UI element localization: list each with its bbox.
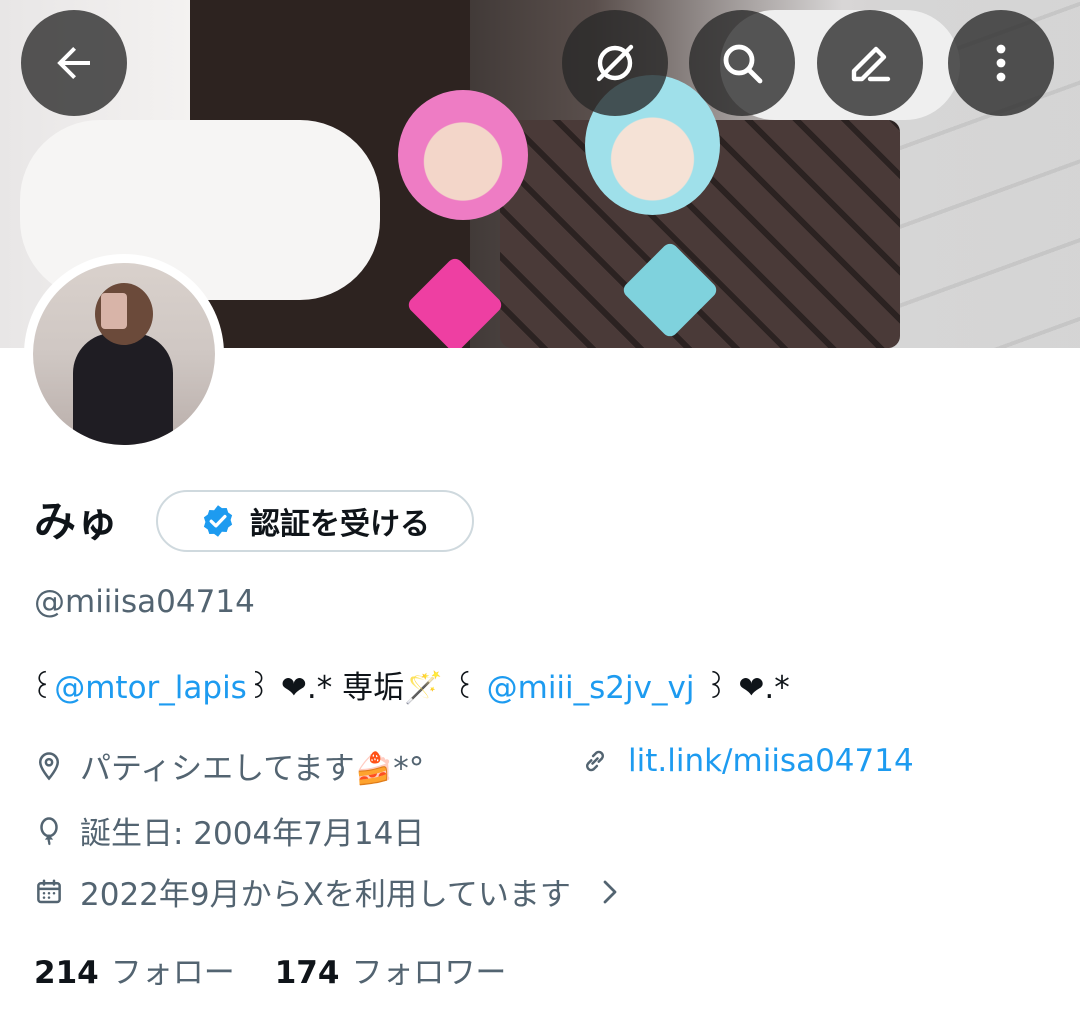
location-row: パティシエしてます🍰*° <box>34 743 424 788</box>
birthday-row: 誕生日: 2004年7月14日 <box>34 808 424 853</box>
bio-text: ꒰ <box>30 670 55 706</box>
more-vertical-icon <box>996 44 1006 82</box>
joined-row[interactable]: 2022年9月からXを利用しています <box>34 869 641 914</box>
avatar-phone <box>101 293 127 329</box>
website-row: lit.link/miisa04714 <box>580 743 914 779</box>
follow-stats: 214 フォロー 174 フォロワー <box>34 947 506 992</box>
search-button[interactable] <box>689 10 795 116</box>
arrow-left-icon <box>57 47 90 79</box>
followers-count: 174 <box>274 955 340 991</box>
location-text: パティシエしてます🍰*° <box>80 751 425 787</box>
user-handle: @miiisa04714 <box>34 584 255 620</box>
followers-label: フォロワー <box>351 955 507 991</box>
following-link[interactable]: 214 フォロー <box>34 947 235 992</box>
bio-mention-link[interactable]: @mtor_lapis <box>54 670 247 706</box>
location-pin-icon <box>38 751 60 780</box>
banner-plush-pink <box>398 90 528 220</box>
following-count: 214 <box>34 955 99 991</box>
grok-icon <box>596 44 634 82</box>
avatar-body <box>73 333 173 445</box>
back-button[interactable] <box>21 10 127 116</box>
get-verified-label: 認証を受ける <box>250 507 430 542</box>
birthday-text: 誕生日: 2004年7月14日 <box>80 816 425 852</box>
verified-badge-icon <box>203 505 233 537</box>
grok-button[interactable] <box>562 10 668 116</box>
bio-text: ꒱ ❤︎.* 専垢🪄 ꒰ <box>246 670 487 706</box>
followers-link[interactable]: 174 フォロワー <box>275 947 507 992</box>
edit-icon <box>851 46 891 82</box>
balloon-icon <box>40 816 58 845</box>
following-label: フォロー <box>110 955 235 991</box>
link-icon <box>586 750 604 772</box>
avatar[interactable] <box>24 254 224 454</box>
calendar-icon <box>37 879 61 903</box>
bio-text: ꒱ ❤︎.* <box>694 670 790 706</box>
display-name: みゅ <box>34 497 119 546</box>
more-button[interactable] <box>948 10 1054 116</box>
chevron-right-icon <box>603 880 617 903</box>
search-icon <box>723 44 763 84</box>
bio-mention-link[interactable]: @miii_s2jv_vj <box>487 670 695 706</box>
joined-text: 2022年9月からXを利用しています <box>80 877 571 913</box>
website-link[interactable]: lit.link/miisa04714 <box>628 743 914 779</box>
avatar-image <box>33 263 215 445</box>
edit-button[interactable] <box>817 10 923 116</box>
profile-bio: ꒰@mtor_lapis꒱ ❤︎.* 専垢🪄 ꒰ @miii_s2jv_vj ꒱… <box>30 662 790 707</box>
get-verified-button[interactable]: 認証を受ける <box>156 490 474 552</box>
